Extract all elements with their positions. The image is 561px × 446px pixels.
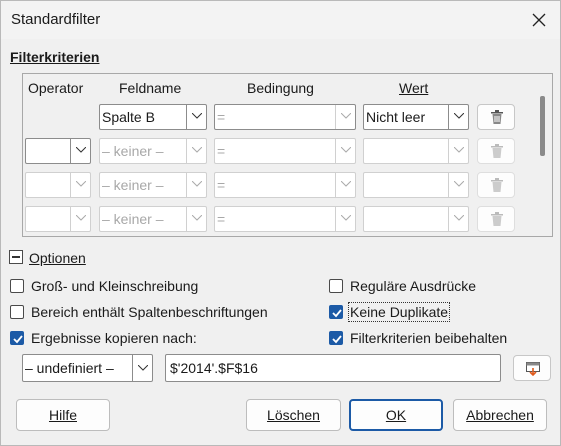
checkbox-box[interactable] [10,305,24,319]
criteria-scrollbar-thumb[interactable] [540,96,545,156]
ok-button[interactable]: OK [349,399,443,431]
shrink-dialog-button[interactable] [513,355,551,381]
chevron-down-icon [335,105,355,129]
chevron-down-icon [448,139,468,163]
checkbox-box[interactable] [329,279,343,293]
options-expander-toggle[interactable] [9,250,23,264]
chevron-down-icon [132,355,152,381]
header-operator: Operator [28,80,84,96]
copy-target-named-range-select[interactable]: – undefiniert – [22,354,153,382]
checkbox-box[interactable] [10,331,24,345]
no-duplicates-label: Keine Duplikate [347,302,451,322]
value-select-4[interactable] [363,206,469,232]
condition-value-3: = [217,177,226,193]
checkbox-box[interactable] [10,279,24,293]
help-button[interactable]: Hilfe [16,399,110,431]
value-value-1: Nicht leer [366,109,426,125]
title-bar: Standardfilter [1,1,560,39]
chevron-down-icon [448,207,468,231]
chevron-down-icon [335,173,355,197]
value-select-1[interactable]: Nicht leer [363,104,469,130]
checkbox-box[interactable] [329,305,343,319]
condition-select-1[interactable]: = [214,104,356,130]
condition-value-1: = [217,109,226,125]
criteria-section-title: Filterkriterien [10,49,100,65]
remove-row-button-4[interactable] [477,206,515,232]
value-select-3[interactable] [363,172,469,198]
chevron-down-icon [70,207,90,231]
operator-select-4[interactable] [25,206,91,232]
chevron-down-icon [70,139,90,163]
field-name-select-2[interactable]: – keiner – [99,138,207,164]
remove-row-button-2[interactable] [477,138,515,164]
chevron-down-icon [186,173,206,197]
field-name-select-4[interactable]: – keiner – [99,206,207,232]
range-has-headers-label: Bereich enthält Spaltenbeschriftungen [31,304,268,320]
field-name-select-1[interactable]: Spalte B [99,104,207,130]
chevron-down-icon [448,105,468,129]
operator-select-2[interactable] [25,138,91,164]
field-name-select-3[interactable]: – keiner – [99,172,207,198]
chevron-down-icon [186,207,206,231]
remove-row-button-3[interactable] [477,172,515,198]
condition-select-3[interactable]: = [214,172,356,198]
value-select-2[interactable] [363,138,469,164]
field-name-value-1: Spalte B [102,109,155,125]
operator-select-3[interactable] [25,172,91,198]
delete-button[interactable]: Löschen [246,399,341,431]
copy-target-address-input[interactable]: $'2014'.$F$16 [165,354,501,382]
field-name-value-4: – keiner – [102,211,164,227]
checkbox-box[interactable] [329,331,343,345]
chevron-down-icon [335,207,355,231]
condition-value-4: = [217,211,226,227]
keep-criteria-label: Filterkriterien beibehalten [350,330,508,346]
regex-label: Reguläre Ausdrücke [350,278,477,294]
copy-results-label: Ergebnisse kopieren nach: [31,330,197,346]
chevron-down-icon [70,173,90,197]
copy-target-named-range-value: – undefiniert – [25,360,114,376]
cancel-button[interactable]: Abbrechen [453,399,547,431]
window-title: Standardfilter [11,11,101,28]
case-sensitive-label: Groß- und Kleinschreibung [31,278,199,294]
field-name-value-3: – keiner – [102,177,164,193]
chevron-down-icon [448,173,468,197]
criteria-grid: Operator Feldname Bedingung Wert Spalte … [22,73,553,237]
field-name-value-2: – keiner – [102,143,164,159]
header-condition: Bedingung [247,80,314,96]
standard-filter-dialog: Standardfilter Filterkriterien Operator … [0,0,561,446]
header-field-name: Feldname [119,80,182,96]
condition-value-2: = [217,143,226,159]
header-value: Wert [399,80,429,96]
chevron-down-icon [186,105,206,129]
condition-select-4[interactable]: = [214,206,356,232]
remove-row-button-1[interactable] [477,104,515,130]
chevron-down-icon [335,139,355,163]
options-expander-label[interactable]: Optionen [29,250,86,266]
chevron-down-icon [186,139,206,163]
copy-target-address-value: $'2014'.$F$16 [170,360,258,376]
condition-select-2[interactable]: = [214,138,356,164]
close-icon[interactable] [528,9,550,31]
